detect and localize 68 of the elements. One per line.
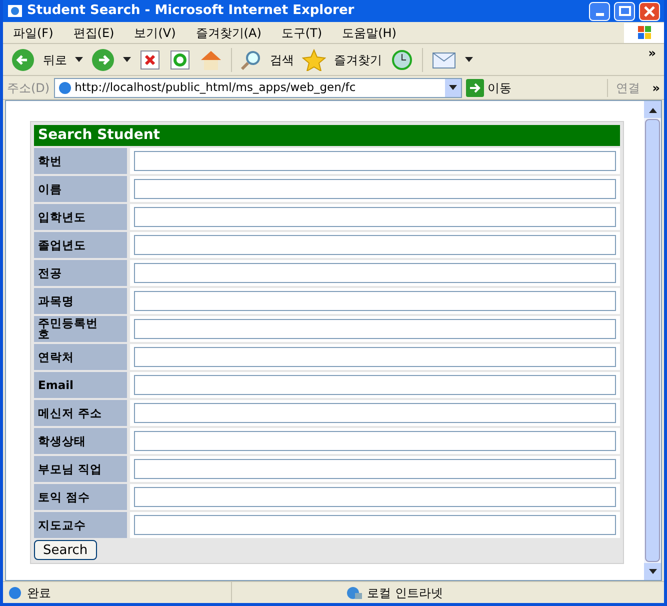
- menu-item[interactable]: 도움말(H): [332, 24, 406, 42]
- input-field[interactable]: [134, 319, 616, 339]
- field-label: 부모님 직업: [34, 456, 127, 482]
- status-text: 완료: [27, 584, 52, 602]
- input-field[interactable]: [134, 347, 616, 367]
- menu-item[interactable]: 보기(V): [124, 24, 186, 42]
- dropdown-caret-icon[interactable]: [448, 84, 457, 90]
- input-field[interactable]: [134, 487, 616, 507]
- scrollbar[interactable]: [644, 101, 661, 580]
- input-field[interactable]: [134, 515, 616, 535]
- zone-text: 로컬 인트라넷: [367, 584, 443, 602]
- input-field[interactable]: [134, 235, 616, 255]
- address-field[interactable]: http://localhost/public_html/ms_apps/web_gen/fc: [54, 78, 462, 98]
- dropdown-caret-icon[interactable]: [648, 568, 656, 574]
- favorites-button[interactable]: 즐겨찾기: [334, 50, 382, 68]
- menu-item[interactable]: 도구(T): [271, 24, 332, 42]
- dropdown-caret-icon[interactable]: [75, 56, 83, 62]
- network-icon: [345, 584, 363, 600]
- go-button[interactable]: 이동: [488, 78, 512, 96]
- maximize-button[interactable]: [614, 2, 635, 20]
- input-field[interactable]: [134, 375, 616, 395]
- field-label: 졸업년도: [34, 232, 127, 258]
- mail-envelope-icon[interactable]: [431, 50, 457, 70]
- input-field[interactable]: [134, 263, 616, 283]
- menu-item[interactable]: 파일(F): [3, 24, 64, 42]
- input-field[interactable]: [134, 459, 616, 479]
- back-button[interactable]: 뒤로: [43, 50, 67, 68]
- input-field[interactable]: [134, 431, 616, 451]
- menu-item[interactable]: 편집(E): [63, 24, 124, 42]
- input-field[interactable]: [134, 179, 616, 199]
- refresh-icon[interactable]: [169, 48, 191, 70]
- field-label: 지도교수: [34, 512, 127, 538]
- input-field[interactable]: [134, 207, 616, 227]
- menu-item[interactable]: 즐겨찾기(A): [186, 24, 272, 42]
- star-icon[interactable]: [302, 48, 326, 70]
- form-title: Search Student: [34, 125, 620, 146]
- field-label: 과목명: [34, 288, 127, 314]
- search-button[interactable]: Search: [34, 540, 97, 560]
- close-button[interactable]: [639, 2, 660, 20]
- dropdown-caret-icon[interactable]: [465, 56, 473, 62]
- search-button[interactable]: 검색: [270, 50, 294, 68]
- input-field[interactable]: [134, 403, 616, 423]
- toolbar-overflow[interactable]: »: [648, 44, 656, 62]
- input-field[interactable]: [134, 151, 616, 171]
- field-label: 주민등록번호: [34, 316, 127, 342]
- history-clock-icon[interactable]: [390, 48, 414, 70]
- minimize-button[interactable]: [589, 2, 610, 20]
- field-label: 학생상태: [34, 428, 127, 454]
- dropdown-caret-icon[interactable]: [123, 56, 131, 62]
- up-caret-icon[interactable]: [648, 106, 656, 112]
- home-icon[interactable]: [199, 48, 223, 70]
- field-label: 메신저 주소: [34, 400, 127, 426]
- address-label: 주소(D): [7, 80, 50, 96]
- browser-icon: [7, 3, 23, 19]
- links-overflow[interactable]: »: [652, 78, 660, 96]
- field-label: 전공: [34, 260, 127, 286]
- field-label: 연락처: [34, 344, 127, 370]
- close-icon: [644, 6, 655, 16]
- field-label: 토익 점수: [34, 484, 127, 510]
- field-label: Email: [34, 372, 127, 398]
- windows-logo-icon: [624, 22, 664, 42]
- search-icon[interactable]: [240, 48, 262, 70]
- stop-icon[interactable]: [139, 48, 161, 70]
- window-title: Student Search - Microsoft Internet Explorer: [27, 2, 356, 20]
- field-label: 이름: [34, 176, 127, 202]
- input-field[interactable]: [134, 291, 616, 311]
- field-label: 학번: [34, 148, 127, 174]
- field-label: 입학년도: [34, 204, 127, 230]
